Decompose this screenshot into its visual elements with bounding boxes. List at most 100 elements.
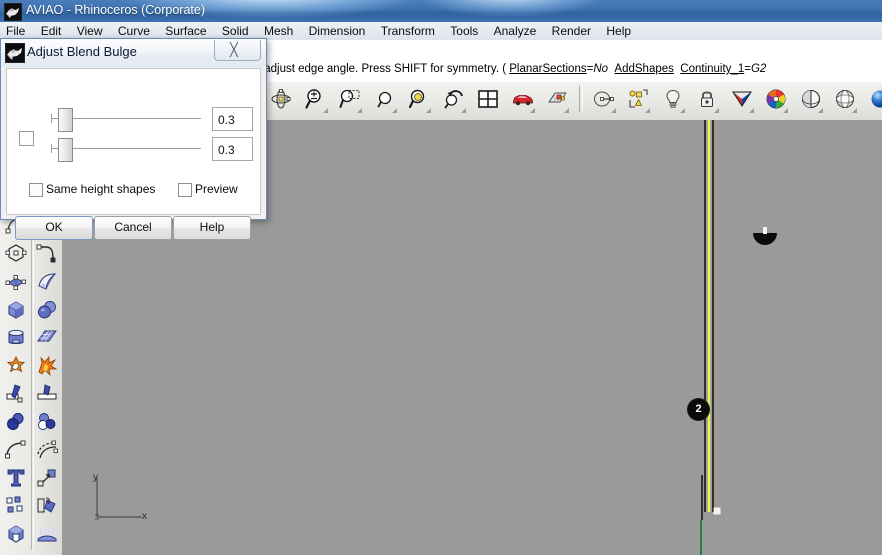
rhino-icon [4, 3, 22, 21]
axis-label-x: x [142, 511, 147, 522]
window-title-bar: AVIAO - Rhinoceros (Corporate) [0, 0, 882, 22]
split-icon[interactable] [1, 380, 31, 408]
zoom-selected-icon[interactable] [405, 84, 433, 114]
slider-1-track [51, 118, 201, 119]
sidebar-column-a [1, 212, 31, 548]
zoom-previous-icon[interactable] [440, 84, 468, 114]
rendered-view-icon[interactable] [866, 84, 882, 114]
same-height-shapes-label: Same height shapes [46, 182, 156, 196]
menu-item-dimension[interactable]: Dimension [303, 22, 372, 40]
flyout-arrow-icon [529, 108, 535, 113]
preview-label: Preview [195, 182, 238, 196]
boolean-intersection-icon[interactable] [32, 408, 62, 436]
dialog-title: Adjust Blend Bulge [27, 44, 137, 59]
flyout-arrow-icon [322, 108, 328, 113]
cplane-axis-indicator: y x [92, 472, 152, 530]
boolean-difference-icon[interactable] [1, 408, 31, 436]
flyout-arrow-icon [783, 108, 789, 113]
offset-curve-icon[interactable] [32, 436, 62, 464]
cylinder-icon[interactable] [1, 324, 31, 352]
light-bulb-icon[interactable] [659, 84, 687, 114]
close-icon[interactable]: ╳ [214, 40, 261, 61]
flyout-arrow-icon [714, 108, 720, 113]
window-title: AVIAO - Rhinoceros (Corporate) [26, 3, 205, 17]
flyout-arrow-icon [426, 108, 432, 113]
fillet-curve-icon[interactable] [1, 436, 31, 464]
boolean-union-icon[interactable] [1, 352, 31, 380]
flyout-arrow-icon [357, 108, 363, 113]
slider-2-track [51, 148, 201, 149]
top-toolbar-buttons [232, 83, 882, 117]
polygon-icon[interactable] [1, 240, 31, 268]
rotate-view-icon[interactable] [267, 84, 295, 114]
flyout-arrow-icon [391, 108, 397, 113]
flyout-arrow-icon [748, 108, 754, 113]
rhino-icon [5, 43, 25, 63]
color-wheel-icon[interactable] [762, 84, 790, 114]
bulge-2-value-field[interactable]: 0.3 [212, 137, 253, 161]
mirror-icon[interactable] [32, 492, 62, 520]
command-option-planarsections-value: No [593, 63, 609, 75]
named-cplanes-icon[interactable] [543, 84, 571, 114]
command-option-continuity1[interactable]: Continuity_1 [680, 63, 744, 75]
help-button[interactable]: Help [173, 216, 251, 240]
material-icon[interactable] [728, 84, 756, 114]
adjust-blend-bulge-dialog[interactable]: Adjust Blend Bulge ╳ 0.3 0.3 Same height… [0, 38, 267, 240]
menu-item-tools[interactable]: Tools [444, 22, 484, 40]
blend-handle-top-icon[interactable] [753, 227, 777, 246]
trim-icon[interactable] [32, 380, 62, 408]
menu-item-analyze[interactable]: Analyze [488, 22, 543, 40]
box-icon[interactable] [1, 296, 31, 324]
zoom-in-out-icon[interactable] [302, 84, 330, 114]
flyout-arrow-icon [852, 108, 858, 113]
bulge-1-slider[interactable] [51, 107, 201, 132]
scale-icon[interactable] [32, 464, 62, 492]
flyout-arrow-icon [817, 108, 823, 113]
surface-sweep-icon[interactable] [32, 268, 62, 296]
zoom-window-icon[interactable] [336, 84, 364, 114]
bulge-1-value-field[interactable]: 0.3 [212, 107, 253, 131]
set-cplane-icon[interactable] [590, 84, 618, 114]
four-viewport-icon[interactable] [474, 84, 502, 114]
close-glyph: ╳ [230, 42, 238, 57]
zoom-extents-icon[interactable] [371, 84, 399, 114]
surface-control-points-icon[interactable] [1, 268, 31, 296]
bulge-2-slider[interactable] [51, 137, 201, 162]
menu-item-transform[interactable]: Transform [375, 22, 441, 40]
command-option-addshapes[interactable]: AddShapes [614, 63, 673, 75]
explode-icon[interactable] [32, 352, 62, 380]
command-option-continuity1-value: G2 [750, 63, 767, 75]
arc-icon[interactable] [32, 240, 62, 268]
array-icon[interactable] [32, 520, 62, 548]
toolbar-divider [578, 86, 583, 112]
menu-item-help[interactable]: Help [600, 22, 637, 40]
sidebar-column-b [32, 212, 62, 548]
command-option-eq-3: = [744, 63, 751, 75]
point-marker-2[interactable]: 2 [688, 399, 709, 420]
layers-icon[interactable] [624, 84, 652, 114]
same-height-shapes-checkbox[interactable] [29, 183, 43, 197]
dialog-title-bar: Adjust Blend Bulge ╳ [1, 39, 266, 67]
command-prompt-text: ove handle to adjust edge angle. Press S… [192, 63, 766, 75]
preview-checkbox[interactable] [178, 183, 192, 197]
shaded-view-icon[interactable] [797, 84, 825, 114]
lock-icon[interactable] [693, 84, 721, 114]
cancel-button[interactable]: Cancel [94, 216, 172, 240]
menu-item-render[interactable]: Render [546, 22, 597, 40]
text-icon[interactable] [1, 464, 31, 492]
slider-1-thumb[interactable] [58, 108, 73, 132]
flyout-arrow-icon [564, 108, 570, 113]
cap-icon[interactable] [1, 520, 31, 548]
flyout-arrow-icon [679, 108, 685, 113]
named-views-car-icon[interactable] [509, 84, 537, 114]
ghosted-view-icon[interactable] [831, 84, 859, 114]
group-icon[interactable] [1, 492, 31, 520]
command-option-planarsections[interactable]: PlanarSections [509, 63, 586, 75]
titlebar-glow-secondary [420, 0, 600, 16]
sphere-icon[interactable] [32, 296, 62, 324]
slider-2-thumb[interactable] [58, 138, 73, 162]
mesh-plane-icon[interactable] [32, 324, 62, 352]
link-sliders-checkbox[interactable] [19, 131, 34, 146]
ok-button[interactable]: OK [15, 216, 93, 240]
flyout-arrow-icon [460, 108, 466, 113]
